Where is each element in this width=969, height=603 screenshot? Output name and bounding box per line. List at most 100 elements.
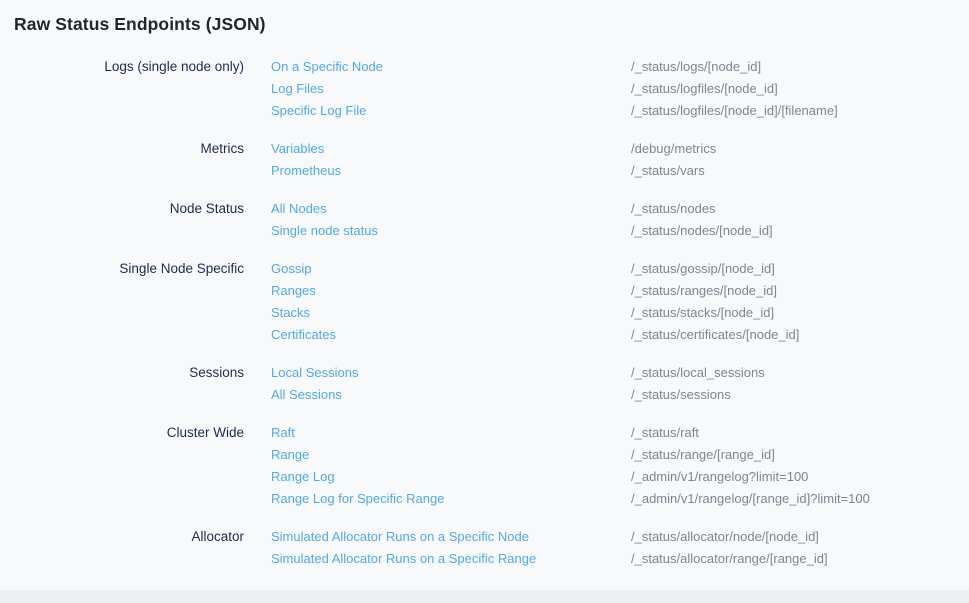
endpoint-link-cell: Simulated Allocator Runs on a Specific R…: [271, 548, 631, 570]
endpoint-row: All Sessions /_status/sessions: [14, 384, 955, 406]
endpoint-link[interactable]: Range: [271, 447, 309, 462]
endpoint-link[interactable]: Single node status: [271, 223, 378, 238]
endpoint-path: /_status/allocator/node/[node_id]: [631, 526, 955, 548]
endpoint-category-label: [14, 488, 271, 510]
endpoint-category-label: Sessions: [14, 362, 271, 384]
endpoint-path: /_status/local_sessions: [631, 362, 955, 384]
endpoint-path: /_status/ranges/[node_id]: [631, 280, 955, 302]
endpoint-link[interactable]: Prometheus: [271, 163, 341, 178]
footer-band: [0, 590, 969, 603]
endpoint-link-cell: Simulated Allocator Runs on a Specific N…: [271, 526, 631, 548]
endpoint-link[interactable]: Variables: [271, 141, 324, 156]
endpoint-path: /_status/logfiles/[node_id]/[filename]: [631, 100, 955, 122]
endpoint-category-label: [14, 384, 271, 406]
endpoint-link[interactable]: Range Log for Specific Range: [271, 491, 444, 506]
endpoint-row: Certificates /_status/certificates/[node_…: [14, 324, 955, 346]
endpoint-link-cell: Raft: [271, 422, 631, 444]
endpoint-link-cell: Specific Log File: [271, 100, 631, 122]
endpoint-path: /_status/stacks/[node_id]: [631, 302, 955, 324]
endpoint-category-label: Cluster Wide: [14, 422, 271, 444]
endpoint-row: Logs (single node only)On a Specific Nod…: [14, 56, 955, 78]
endpoint-category-label: [14, 160, 271, 182]
endpoint-link[interactable]: Ranges: [271, 283, 316, 298]
endpoint-path: /debug/metrics: [631, 138, 955, 160]
endpoints-table: Logs (single node only)On a Specific Nod…: [14, 56, 955, 570]
endpoint-row: Range /_status/range/[range_id]: [14, 444, 955, 466]
endpoint-path: /_status/range/[range_id]: [631, 444, 955, 466]
endpoint-link[interactable]: Simulated Allocator Runs on a Specific R…: [271, 551, 536, 566]
endpoint-row: Simulated Allocator Runs on a Specific R…: [14, 548, 955, 570]
endpoint-category-label: Single Node Specific: [14, 258, 271, 280]
endpoint-category-label: [14, 324, 271, 346]
endpoint-path: /_status/allocator/range/[range_id]: [631, 548, 955, 570]
endpoint-link-cell: Single node status: [271, 220, 631, 242]
endpoint-path: /_status/nodes/[node_id]: [631, 220, 955, 242]
endpoint-path: /_status/nodes: [631, 198, 955, 220]
endpoint-link-cell: All Sessions: [271, 384, 631, 406]
endpoint-link[interactable]: All Sessions: [271, 387, 342, 402]
endpoint-path: /_admin/v1/rangelog/[range_id]?limit=100: [631, 488, 955, 510]
endpoint-path: /_status/vars: [631, 160, 955, 182]
endpoint-category-label: [14, 220, 271, 242]
endpoint-link-cell: Stacks: [271, 302, 631, 324]
endpoint-path: /_status/raft: [631, 422, 955, 444]
endpoint-row: Range Log /_admin/v1/rangelog?limit=100: [14, 466, 955, 488]
endpoint-path: /_status/sessions: [631, 384, 955, 406]
page-title: Raw Status Endpoints (JSON): [14, 13, 955, 36]
endpoint-link[interactable]: Stacks: [271, 305, 310, 320]
endpoint-group: Node StatusAll Nodes/_status/nodesSingle…: [14, 198, 955, 242]
endpoint-category-label: [14, 280, 271, 302]
endpoint-link-cell: All Nodes: [271, 198, 631, 220]
endpoint-row: Ranges /_status/ranges/[node_id]: [14, 280, 955, 302]
endpoint-group: AllocatorSimulated Allocator Runs on a S…: [14, 526, 955, 570]
endpoint-category-label: [14, 100, 271, 122]
endpoint-category-label: [14, 444, 271, 466]
endpoint-category-label: [14, 466, 271, 488]
endpoint-link-cell: Certificates: [271, 324, 631, 346]
endpoint-row: Single node status /_status/nodes/[node_i…: [14, 220, 955, 242]
endpoint-category-label: Allocator: [14, 526, 271, 548]
endpoint-group: Cluster WideRaft /_status/raft Range /_stat…: [14, 422, 955, 510]
endpoint-link[interactable]: Raft: [271, 425, 295, 440]
endpoint-group: Logs (single node only)On a Specific Nod…: [14, 56, 955, 122]
endpoint-link[interactable]: On a Specific Node: [271, 59, 383, 74]
endpoint-category-label: [14, 302, 271, 324]
endpoint-category-label: Logs (single node only): [14, 56, 271, 78]
endpoint-path: /_status/logfiles/[node_id]: [631, 78, 955, 100]
endpoint-link-cell: Range Log: [271, 466, 631, 488]
endpoint-link-cell: Local Sessions: [271, 362, 631, 384]
endpoint-category-label: [14, 78, 271, 100]
endpoint-row: AllocatorSimulated Allocator Runs on a S…: [14, 526, 955, 548]
endpoint-link-cell: Ranges: [271, 280, 631, 302]
endpoint-category-label: Node Status: [14, 198, 271, 220]
endpoint-row: Cluster WideRaft /_status/raft: [14, 422, 955, 444]
endpoint-row: SessionsLocal Sessions /_status/local_ses…: [14, 362, 955, 384]
endpoint-link-cell: Range Log for Specific Range: [271, 488, 631, 510]
endpoint-link-cell: Gossip: [271, 258, 631, 280]
endpoint-link-cell: On a Specific Node: [271, 56, 631, 78]
endpoint-row: Range Log for Specific Range /_admin/v1/r…: [14, 488, 955, 510]
endpoint-link[interactable]: Log Files: [271, 81, 324, 96]
endpoint-group: SessionsLocal Sessions /_status/local_ses…: [14, 362, 955, 406]
endpoint-link[interactable]: Specific Log File: [271, 103, 366, 118]
endpoint-path: /_admin/v1/rangelog?limit=100: [631, 466, 955, 488]
endpoint-row: Prometheus /_status/vars: [14, 160, 955, 182]
endpoint-path: /_status/gossip/[node_id]: [631, 258, 955, 280]
endpoint-group: MetricsVariables/debug/metricsPrometheus…: [14, 138, 955, 182]
endpoint-link[interactable]: Local Sessions: [271, 365, 358, 380]
endpoint-row: Log Files /_status/logfiles/[node_id]: [14, 78, 955, 100]
content-area: Raw Status Endpoints (JSON) Logs (single…: [0, 0, 969, 570]
endpoint-link-cell: Variables: [271, 138, 631, 160]
endpoint-row: Single Node SpecificGossip /_status/gossi…: [14, 258, 955, 280]
endpoint-group: Single Node SpecificGossip /_status/gossi…: [14, 258, 955, 346]
endpoint-link[interactable]: Gossip: [271, 261, 311, 276]
endpoint-link[interactable]: Simulated Allocator Runs on a Specific N…: [271, 529, 529, 544]
endpoint-path: /_status/certificates/[node_id]: [631, 324, 955, 346]
endpoint-link-cell: Range: [271, 444, 631, 466]
endpoint-link[interactable]: All Nodes: [271, 201, 327, 216]
endpoint-category-label: [14, 548, 271, 570]
endpoint-link-cell: Log Files: [271, 78, 631, 100]
endpoint-link[interactable]: Certificates: [271, 327, 336, 342]
endpoint-path: /_status/logs/[node_id]: [631, 56, 955, 78]
endpoint-link[interactable]: Range Log: [271, 469, 335, 484]
